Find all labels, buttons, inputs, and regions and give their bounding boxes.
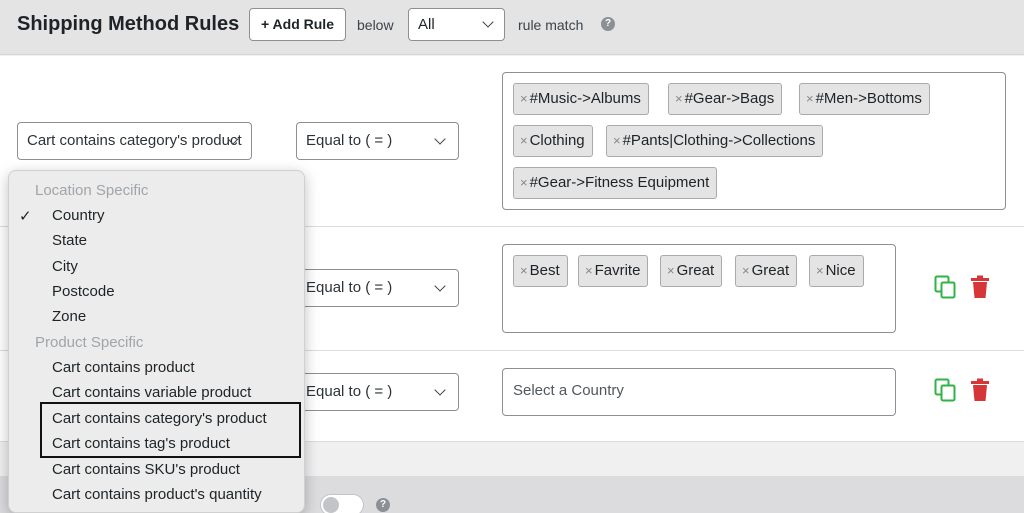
tag-chip[interactable]: × Great xyxy=(735,255,798,287)
tag-chip[interactable]: × #Gear->Fitness Equipment xyxy=(513,167,718,199)
remove-tag-icon[interactable]: × xyxy=(742,263,750,278)
duplicate-rule-icon[interactable] xyxy=(934,378,956,402)
tag-chip[interactable]: × #Pants|Clothing->Collections xyxy=(606,125,824,157)
menu-item-cart-product[interactable]: Cart contains product xyxy=(52,359,195,376)
below-label: below xyxy=(357,17,394,33)
condition-value: Cart contains category's product xyxy=(27,132,242,149)
operator-value: Equal to ( = ) xyxy=(306,132,393,149)
chevron-down-icon xyxy=(482,16,494,28)
remove-tag-icon[interactable]: × xyxy=(520,91,528,106)
chevron-down-icon xyxy=(434,133,446,145)
help-icon[interactable]: ? xyxy=(376,498,390,512)
delete-rule-icon[interactable] xyxy=(969,378,991,402)
menu-item-city[interactable]: City xyxy=(52,258,78,275)
menu-item-state[interactable]: State xyxy=(52,232,87,249)
group-label-location: Location Specific xyxy=(35,182,149,199)
toggle-knob xyxy=(323,497,339,513)
menu-item-zone[interactable]: Zone xyxy=(52,308,86,325)
settings-toggle[interactable] xyxy=(320,494,364,513)
country-placeholder: Select a Country xyxy=(513,382,624,399)
operator-value: Equal to ( = ) xyxy=(306,279,393,296)
remove-tag-icon[interactable]: × xyxy=(520,263,528,278)
remove-tag-icon[interactable]: × xyxy=(613,133,621,148)
tag-chip[interactable]: × Best xyxy=(513,255,568,287)
tag-chip[interactable]: × Nice xyxy=(809,255,864,287)
condition-dropdown-menu: Location Specific ✓ Country State City P… xyxy=(8,170,305,513)
menu-item-cart-variable-product[interactable]: Cart contains variable product xyxy=(52,384,251,401)
rule-match-value: All xyxy=(418,16,435,33)
tag-chip[interactable]: × Great xyxy=(660,255,723,287)
rule-match-select[interactable]: All xyxy=(408,8,505,41)
delete-rule-icon[interactable] xyxy=(969,275,991,299)
highlight-annotation-box xyxy=(40,402,301,458)
page-title: Shipping Method Rules xyxy=(17,13,240,35)
add-rule-button[interactable]: + Add Rule xyxy=(249,8,346,41)
duplicate-rule-icon[interactable] xyxy=(934,275,956,299)
help-icon[interactable]: ? xyxy=(601,17,615,31)
rule-match-label: rule match xyxy=(518,17,584,33)
checkmark-icon: ✓ xyxy=(19,208,32,225)
tag-tags-field[interactable]: × Best × Favrite × Great × Great × Nice xyxy=(502,244,896,333)
tag-chip[interactable]: × #Men->Bottoms xyxy=(799,83,930,115)
operator-select[interactable]: Equal to ( = ) xyxy=(296,122,459,160)
condition-select[interactable]: Cart contains category's product xyxy=(17,122,252,160)
remove-tag-icon[interactable]: × xyxy=(806,91,814,106)
menu-item-postcode[interactable]: Postcode xyxy=(52,283,115,300)
rules-header: Shipping Method Rules + Add Rule below A… xyxy=(0,0,1024,55)
operator-select[interactable]: Equal to ( = ) xyxy=(296,269,459,307)
remove-tag-icon[interactable]: × xyxy=(816,263,824,278)
menu-item-country[interactable]: Country xyxy=(52,207,105,224)
menu-item-cart-sku-product[interactable]: Cart contains SKU's product xyxy=(52,461,240,478)
chevron-down-icon xyxy=(434,384,446,396)
group-label-product: Product Specific xyxy=(35,334,144,351)
operator-select[interactable]: Equal to ( = ) xyxy=(296,373,459,411)
tag-chip[interactable]: × Favrite xyxy=(578,255,649,287)
menu-item-cart-product-quantity[interactable]: Cart contains product's quantity xyxy=(52,486,262,503)
remove-tag-icon[interactable]: × xyxy=(675,91,683,106)
tag-chip[interactable]: × #Gear->Bags xyxy=(668,83,783,115)
tag-chip[interactable]: × #Music->Albums xyxy=(513,83,649,115)
operator-value: Equal to ( = ) xyxy=(306,383,393,400)
chevron-down-icon xyxy=(434,280,446,292)
remove-tag-icon[interactable]: × xyxy=(520,133,528,148)
tag-chip[interactable]: × Clothing xyxy=(513,125,593,157)
country-select-field[interactable]: Select a Country xyxy=(502,368,896,416)
remove-tag-icon[interactable]: × xyxy=(520,175,528,190)
remove-tag-icon[interactable]: × xyxy=(585,263,593,278)
category-tags-field[interactable]: × #Music->Albums × #Gear->Bags × #Men->Bott… xyxy=(502,72,1006,210)
remove-tag-icon[interactable]: × xyxy=(667,263,675,278)
